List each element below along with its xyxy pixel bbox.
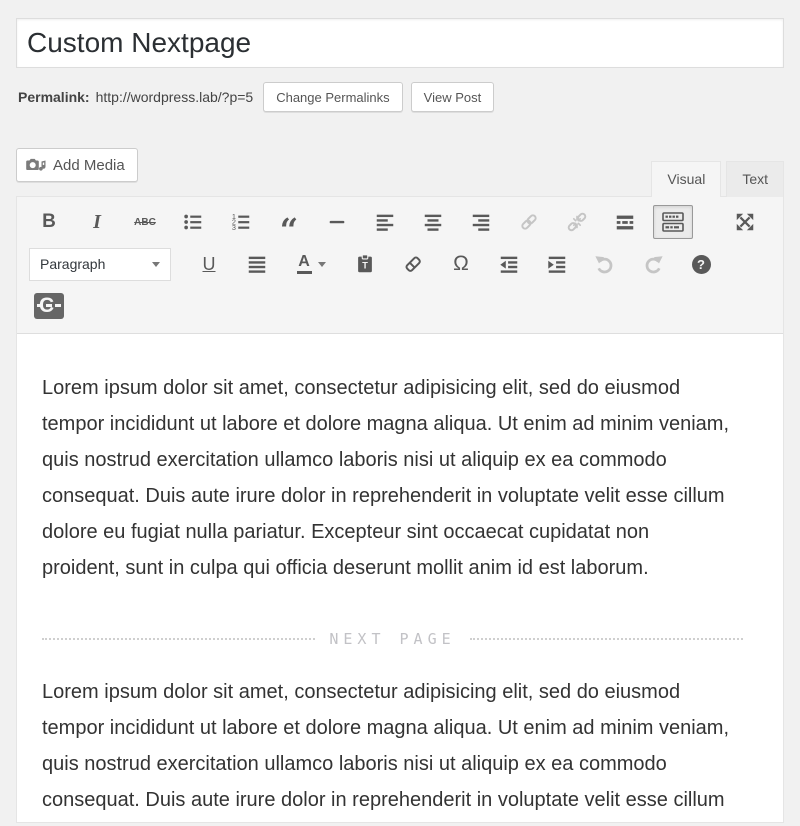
numbered-list-icon: 1 2 3 bbox=[230, 211, 252, 233]
align-right-button[interactable] bbox=[461, 205, 501, 239]
custom-nextpage-icon: C bbox=[34, 293, 64, 319]
add-media-button[interactable]: Add Media bbox=[16, 148, 138, 182]
align-left-icon bbox=[374, 211, 396, 233]
blockquote-button[interactable]: “ bbox=[269, 205, 309, 239]
special-character-button[interactable]: Ω bbox=[441, 247, 481, 281]
strikethrough-button[interactable]: ABC bbox=[125, 205, 165, 239]
custom-nextpage-button[interactable]: C bbox=[29, 289, 69, 323]
bulleted-list-icon bbox=[182, 211, 204, 233]
page-break-icon bbox=[661, 210, 685, 234]
text-color-icon: A bbox=[297, 254, 312, 274]
numbered-list-button[interactable]: 1 2 3 bbox=[221, 205, 261, 239]
tab-text[interactable]: Text bbox=[726, 161, 784, 197]
align-center-button[interactable] bbox=[413, 205, 453, 239]
horizontal-rule-icon bbox=[326, 211, 348, 233]
insert-link-button[interactable] bbox=[509, 205, 549, 239]
nextpage-label: NEXT PAGE bbox=[329, 630, 455, 648]
remove-link-button[interactable] bbox=[557, 205, 597, 239]
omega-icon: Ω bbox=[453, 252, 469, 276]
help-icon: ? bbox=[692, 255, 711, 274]
insert-more-tag-button[interactable] bbox=[605, 205, 645, 239]
format-select-value: Paragraph bbox=[40, 256, 105, 272]
justify-icon bbox=[246, 253, 268, 275]
outdent-button[interactable] bbox=[489, 247, 529, 281]
horizontal-rule-button[interactable] bbox=[317, 205, 357, 239]
help-button[interactable]: ? bbox=[681, 247, 721, 281]
svg-text:T: T bbox=[362, 261, 368, 271]
outdent-icon bbox=[498, 253, 520, 275]
editor-content-area[interactable]: Lorem ipsum dolor sit amet, consectetur … bbox=[17, 334, 783, 822]
add-media-label: Add Media bbox=[53, 157, 125, 174]
text-color-button[interactable]: A bbox=[285, 247, 337, 281]
chevron-down-icon bbox=[152, 262, 160, 267]
fullscreen-button[interactable] bbox=[725, 205, 765, 239]
align-left-button[interactable] bbox=[365, 205, 405, 239]
align-right-icon bbox=[470, 211, 492, 233]
toolbar-row-1: B I ABC bbox=[17, 201, 783, 243]
strikethrough-icon: ABC bbox=[134, 217, 156, 228]
content-paragraph-page1[interactable]: Lorem ipsum dolor sit amet, consectetur … bbox=[42, 370, 732, 586]
undo-button[interactable] bbox=[585, 247, 625, 281]
paste-text-icon: T bbox=[354, 253, 376, 275]
underline-button[interactable]: U bbox=[189, 247, 229, 281]
eraser-icon bbox=[402, 253, 424, 275]
editor-header: Add Media Visual Text bbox=[16, 148, 784, 196]
justify-button[interactable] bbox=[237, 247, 277, 281]
editor-toolbar: B I ABC bbox=[17, 197, 783, 334]
editor-frame: B I ABC bbox=[16, 196, 784, 823]
fullscreen-icon bbox=[734, 211, 756, 233]
underline-icon: U bbox=[203, 254, 216, 275]
redo-button[interactable] bbox=[633, 247, 673, 281]
permalink-url: http://wordpress.lab/?p=5 bbox=[96, 89, 254, 105]
permalink-row: Permalink: http://wordpress.lab/?p=5 Cha… bbox=[18, 82, 784, 112]
view-post-button[interactable]: View Post bbox=[411, 82, 495, 112]
indent-icon bbox=[546, 253, 568, 275]
toolbar-row-2: Paragraph U A bbox=[17, 243, 783, 285]
tab-visual[interactable]: Visual bbox=[651, 161, 721, 197]
page-break-button[interactable] bbox=[653, 205, 693, 239]
italic-button[interactable]: I bbox=[77, 205, 117, 239]
clear-formatting-button[interactable] bbox=[393, 247, 433, 281]
paragraph-format-select[interactable]: Paragraph bbox=[29, 248, 171, 281]
divider-line bbox=[42, 638, 315, 640]
change-permalinks-button[interactable]: Change Permalinks bbox=[263, 82, 402, 112]
link-icon bbox=[518, 211, 540, 233]
unlink-icon bbox=[566, 211, 588, 233]
post-title-input[interactable] bbox=[16, 18, 784, 68]
indent-button[interactable] bbox=[537, 247, 577, 281]
paste-as-text-button[interactable]: T bbox=[345, 247, 385, 281]
bulleted-list-button[interactable] bbox=[173, 205, 213, 239]
permalink-label: Permalink: bbox=[18, 89, 90, 105]
media-icon bbox=[26, 157, 46, 174]
chevron-down-icon bbox=[318, 262, 326, 267]
redo-icon bbox=[642, 253, 664, 275]
content-paragraph-page2[interactable]: Lorem ipsum dolor sit amet, consectetur … bbox=[42, 674, 732, 822]
svg-text:3: 3 bbox=[232, 223, 236, 232]
bold-button[interactable]: B bbox=[29, 205, 69, 239]
toolbar-row-3: C bbox=[17, 285, 783, 327]
align-center-icon bbox=[422, 211, 444, 233]
italic-icon: I bbox=[93, 211, 101, 234]
undo-icon bbox=[594, 253, 616, 275]
more-tag-icon bbox=[614, 211, 636, 233]
bold-icon: B bbox=[42, 211, 56, 233]
post-edit-screen: Permalink: http://wordpress.lab/?p=5 Cha… bbox=[0, 0, 800, 823]
divider-line bbox=[470, 638, 743, 640]
editor-mode-tabs: Visual Text bbox=[646, 160, 784, 196]
nextpage-divider: NEXT PAGE bbox=[42, 630, 743, 648]
